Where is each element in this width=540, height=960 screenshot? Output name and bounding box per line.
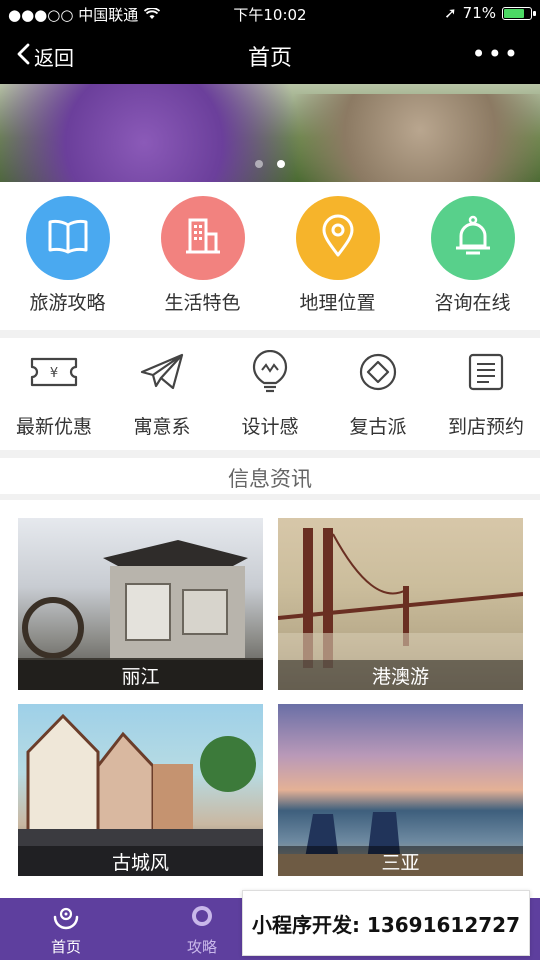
battery-icon	[502, 6, 536, 20]
info-card-grid: 丽江 港澳游 古城风 三亚	[18, 518, 523, 878]
info-card-old-town[interactable]: 古城风	[18, 704, 263, 876]
building-icon	[183, 216, 223, 260]
tab-label: 攻略	[186, 938, 217, 956]
feature-latest-deals[interactable]: ¥ 最新优惠	[0, 340, 108, 450]
document-icon	[456, 342, 516, 402]
category-location[interactable]: 地理位置	[278, 190, 398, 320]
category-label: 旅游攻略	[29, 292, 106, 314]
tab-guide[interactable]: 攻略	[152, 904, 252, 957]
coupon-icon: ¥	[24, 342, 84, 402]
card-caption: 三亚	[278, 846, 523, 876]
page-title: 首页	[247, 46, 292, 71]
category-icon-circle	[430, 196, 515, 280]
feature-label: 到店预约	[447, 416, 524, 438]
tab-home[interactable]: 首页	[16, 904, 116, 957]
carousel-dot-active[interactable]	[276, 160, 285, 168]
diamond-icon	[348, 342, 408, 402]
category-icon-circle	[160, 196, 245, 280]
feature-label: 复古派	[349, 416, 407, 438]
bell-icon	[453, 214, 493, 262]
section-divider	[0, 330, 540, 338]
guide-icon	[189, 904, 215, 934]
book-icon	[46, 218, 90, 258]
paper-plane-icon	[132, 342, 192, 402]
feature-retro[interactable]: 复古派	[324, 340, 432, 450]
lightbulb-icon	[240, 342, 300, 402]
category-local-life[interactable]: 生活特色	[143, 190, 263, 320]
feature-reservation[interactable]: 到店预约	[432, 340, 540, 450]
location-pin-icon	[320, 214, 356, 262]
feature-row: ¥ 最新优惠 寓意系 设计感 复古派 到店预约	[0, 340, 540, 450]
more-button[interactable]: •••	[472, 40, 520, 68]
status-bar: ●●●○○ 中国联通 下午10:02 ➚ 71%	[0, 0, 540, 28]
card-caption: 古城风	[18, 846, 263, 876]
info-card-lijiang[interactable]: 丽江	[18, 518, 263, 690]
category-icon-circle	[25, 196, 110, 280]
status-right: ➚ 71%	[444, 4, 536, 22]
promo-contact-banner[interactable]: 小程序开发: 13691612727	[242, 890, 530, 956]
carousel-dot[interactable]	[255, 160, 264, 168]
feature-label: 最新优惠	[15, 416, 92, 438]
nav-bar: 返回 首页 •••	[0, 28, 540, 84]
battery-percent: 71%	[462, 4, 496, 22]
feature-design[interactable]: 设计感	[216, 340, 324, 450]
category-label: 生活特色	[164, 292, 241, 314]
category-label: 地理位置	[299, 292, 376, 314]
location-arrow-icon: ➚	[444, 4, 457, 22]
battery-fill	[504, 8, 524, 18]
category-row: 旅游攻略 生活特色 地理位置 咨询在线	[0, 190, 540, 320]
home-icon	[51, 904, 81, 934]
banner-carousel[interactable]	[0, 84, 540, 182]
feature-meaning[interactable]: 寓意系	[108, 340, 216, 450]
feature-label: 寓意系	[133, 416, 191, 438]
feature-label: 设计感	[241, 416, 299, 438]
category-icon-circle	[295, 196, 380, 280]
category-travel-guide[interactable]: 旅游攻略	[8, 190, 128, 320]
category-online-consult[interactable]: 咨询在线	[413, 190, 533, 320]
tab-label: 首页	[50, 938, 81, 956]
carousel-indicator	[0, 153, 540, 172]
card-caption: 港澳游	[278, 660, 523, 690]
svg-text:¥: ¥	[50, 366, 58, 381]
section-title: 信息资讯	[0, 456, 540, 500]
info-card-hk-macau[interactable]: 港澳游	[278, 518, 523, 690]
category-label: 咨询在线	[434, 292, 511, 314]
card-caption: 丽江	[18, 660, 263, 690]
info-card-sanya[interactable]: 三亚	[278, 704, 523, 876]
